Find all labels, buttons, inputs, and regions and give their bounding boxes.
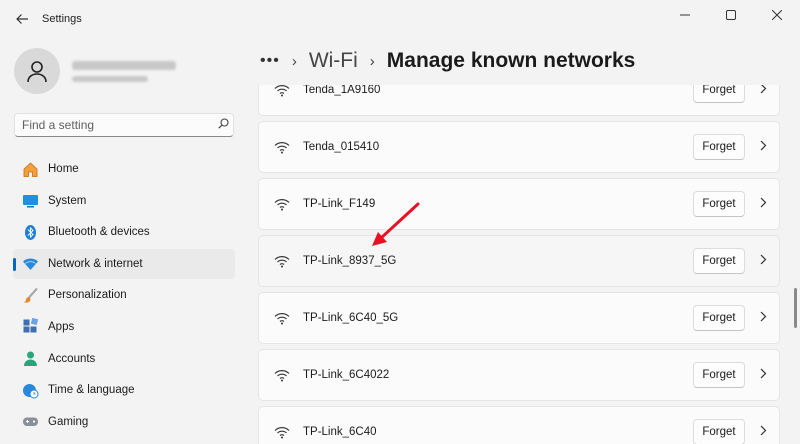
chevron-right-icon[interactable] <box>760 85 767 97</box>
forget-button[interactable]: Forget <box>693 248 745 274</box>
home-icon <box>21 160 39 178</box>
nav-item-time-language[interactable]: Time & language <box>13 375 235 405</box>
redacted-username <box>72 60 176 70</box>
user-profile[interactable] <box>14 48 176 94</box>
search-box[interactable] <box>14 113 234 137</box>
minimize-button[interactable] <box>662 0 708 30</box>
maximize-icon <box>726 10 736 20</box>
forget-button[interactable]: Forget <box>693 362 745 388</box>
breadcrumb-more-button[interactable]: ••• <box>260 52 280 70</box>
network-ssid: TP-Link_6C40 <box>303 426 377 438</box>
chevron-right-icon[interactable] <box>760 140 767 154</box>
back-button[interactable] <box>8 5 36 33</box>
nav-item-apps[interactable]: Apps <box>13 312 235 342</box>
nav-label: Home <box>48 163 79 175</box>
apps-icon <box>21 318 39 336</box>
network-ssid: TP-Link_6C4022 <box>303 369 390 381</box>
brush-icon <box>21 286 39 304</box>
network-ssid: Tenda_015410 <box>303 141 380 153</box>
page-title: Manage known networks <box>386 49 636 72</box>
sidebar: Home System Bluetooth & devices Network … <box>0 38 246 444</box>
app-title: Settings <box>42 13 82 25</box>
network-row[interactable]: TP-Link_6C4022 Forget <box>258 349 780 401</box>
forget-button[interactable]: Forget <box>693 85 745 103</box>
forget-button[interactable]: Forget <box>693 419 745 444</box>
bluetooth-icon <box>21 223 39 241</box>
main-content: ••• › Wi-Fi › Manage known networks Tend… <box>246 38 800 444</box>
nav-label: System <box>48 194 87 207</box>
breadcrumb-wifi-link[interactable]: Wi-Fi <box>309 49 358 73</box>
title-bar: Settings <box>0 0 800 38</box>
nav-item-home[interactable]: Home <box>13 154 235 184</box>
wifi-icon <box>272 255 292 268</box>
network-ssid: TP-Link_6C40_5G <box>303 312 399 324</box>
nav-item-bluetooth-devices[interactable]: Bluetooth & devices <box>13 217 235 247</box>
system-icon <box>21 192 39 210</box>
network-ssid: TP-Link_F149 <box>303 198 376 210</box>
search-input[interactable] <box>22 118 213 132</box>
wifi-icon <box>272 141 292 154</box>
network-icon <box>21 255 39 273</box>
chevron-right-icon[interactable] <box>760 254 767 268</box>
clock-globe-icon <box>21 381 39 399</box>
arrow-left-icon <box>16 14 28 24</box>
avatar <box>14 48 60 94</box>
wifi-icon <box>272 312 292 325</box>
minimize-icon <box>680 14 690 16</box>
wifi-icon <box>272 369 292 382</box>
chevron-right-icon[interactable] <box>760 311 767 325</box>
network-row[interactable]: TP-Link_F149 Forget <box>258 178 780 230</box>
chevron-right-icon[interactable] <box>760 197 767 211</box>
network-row[interactable]: TP-Link_6C40_5G Forget <box>258 292 780 344</box>
search-icon[interactable] <box>213 118 233 132</box>
close-button[interactable] <box>754 0 800 30</box>
chevron-right-icon[interactable] <box>760 368 767 382</box>
network-row[interactable]: Tenda_1A9160 Forget <box>258 85 780 116</box>
chevron-right-icon[interactable] <box>760 425 767 439</box>
nav-item-gaming[interactable]: Gaming <box>13 407 235 437</box>
known-networks-list: Tenda_1A9160 Forget Tenda_015410 Forget TP-L… <box>258 85 780 444</box>
wifi-icon <box>272 198 292 211</box>
network-row[interactable]: Tenda_015410 Forget <box>258 121 780 173</box>
accounts-icon <box>21 350 39 368</box>
forget-button[interactable]: Forget <box>693 305 745 331</box>
chevron-right-icon: › <box>369 52 375 70</box>
network-row[interactable]: TP-Link_6C40 Forget <box>258 406 780 444</box>
nav-item-system[interactable]: System <box>13 186 235 216</box>
profile-details-redacted <box>72 60 176 82</box>
chevron-right-icon: › <box>291 52 297 70</box>
window-controls <box>662 0 800 30</box>
nav-label: Personalization <box>48 289 127 302</box>
wifi-icon <box>272 85 292 97</box>
nav-item-accounts[interactable]: Accounts <box>13 344 235 374</box>
nav-label: Network & internet <box>48 257 143 270</box>
network-row[interactable]: TP-Link_8937_5G Forget <box>258 235 780 287</box>
network-ssid: TP-Link_8937_5G <box>303 255 397 267</box>
nav-label: Apps <box>48 320 75 333</box>
person-icon <box>27 61 47 83</box>
nav-label: Accounts <box>48 352 96 365</box>
forget-button[interactable]: Forget <box>693 191 745 217</box>
nav-label: Gaming <box>48 415 89 428</box>
forget-button[interactable]: Forget <box>693 134 745 160</box>
nav-menu: Home System Bluetooth & devices Network … <box>13 154 235 438</box>
network-ssid: Tenda_1A9160 <box>303 85 381 96</box>
scrollbar-thumb[interactable] <box>794 288 797 328</box>
maximize-button[interactable] <box>708 0 754 30</box>
nav-item-network-internet[interactable]: Network & internet <box>13 248 235 279</box>
breadcrumb: ••• › Wi-Fi › Manage known networks <box>260 47 635 75</box>
nav-label: Bluetooth & devices <box>48 226 150 239</box>
gamepad-icon <box>21 413 39 431</box>
wifi-icon <box>272 426 292 439</box>
nav-item-personalization[interactable]: Personalization <box>13 280 235 310</box>
redacted-email <box>72 75 148 82</box>
close-icon <box>772 10 782 20</box>
nav-label: Time & language <box>48 384 135 397</box>
